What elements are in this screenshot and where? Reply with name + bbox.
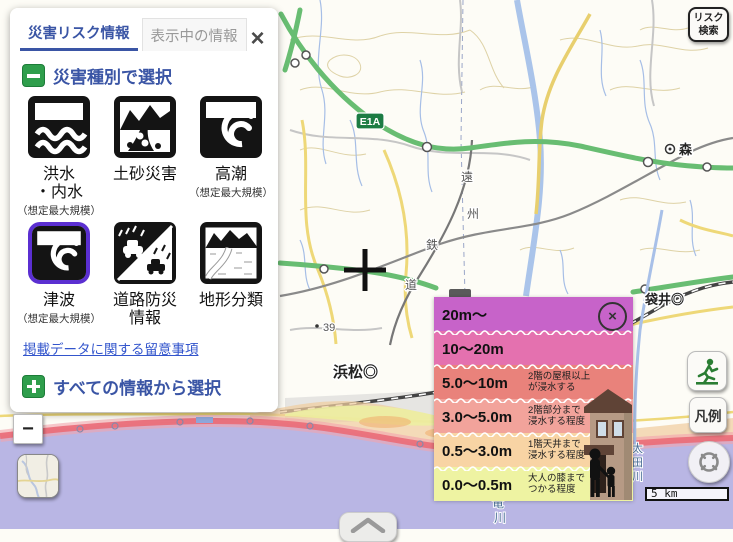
type-road-info-label: 道路防災情報	[102, 292, 188, 328]
zoom-out-button[interactable]: −	[13, 414, 43, 444]
type-flood[interactable]: 洪水・内水 （想定最大規模）	[16, 96, 102, 218]
collapse-chevron-button[interactable]	[339, 512, 397, 542]
legend-row-3-5m: 3.0～5.0m 2階部分まで浸水する程度	[434, 399, 633, 433]
evacuation-run-button[interactable]	[687, 351, 727, 391]
minimap-button[interactable]	[17, 454, 59, 498]
type-tsunami[interactable]: 津波 （想定最大規模）	[16, 222, 102, 328]
svg-text:鉄: 鉄	[426, 237, 438, 252]
landslide-icon	[114, 96, 176, 158]
disaster-info-panel: 災害リスク情報 表示中の情報 × 災害種別で選択 洪水・内水 （想定最大規模）	[10, 8, 278, 412]
chevron-up-icon	[348, 517, 388, 533]
collapse-minus-icon[interactable]	[22, 64, 45, 87]
section-disaster-type: 災害種別で選択	[22, 63, 278, 88]
svg-text:袋井◎: 袋井◎	[644, 292, 684, 307]
legend-close-icon[interactable]: ×	[598, 302, 627, 331]
type-tsunami-note: （想定最大規模）	[16, 311, 102, 326]
panel-tabs: 災害リスク情報 表示中の情報 ×	[10, 16, 278, 51]
section-all-info: すべての情報から選択	[22, 374, 278, 399]
legend-range: 10～20m	[442, 338, 528, 359]
svg-text:森: 森	[679, 142, 693, 157]
svg-text:E1A: E1A	[360, 116, 381, 128]
inundation-orange-1	[359, 416, 411, 428]
port	[196, 417, 213, 423]
legend-desc: 2階の屋根以上が浸水する	[528, 371, 590, 394]
section-all-info-title: すべての情報から選択	[53, 374, 221, 399]
tab-disaster-risk-info[interactable]: 災害リスク情報	[20, 16, 138, 51]
risk-search-button[interactable]: リスク検索	[688, 7, 729, 42]
svg-text:道: 道	[405, 278, 417, 292]
type-landslide[interactable]: 土砂災害	[102, 96, 188, 218]
locate-button[interactable]	[688, 441, 730, 483]
legend-range: 3.0～5.0m	[442, 406, 528, 427]
svg-text:川: 川	[494, 511, 506, 525]
flood-icon	[28, 96, 90, 158]
type-tsunami-label: 津波	[16, 292, 102, 310]
type-storm-surge-note: （想定最大規模）	[188, 185, 274, 200]
scale-bar: 5 km	[645, 487, 729, 501]
panel-close-icon[interactable]: ×	[247, 27, 269, 51]
tsunami-icon	[28, 222, 90, 284]
disaster-type-grid: 洪水・内水 （想定最大規模） 土砂災害 高潮 （想定最大規模）	[10, 96, 278, 328]
road-disaster-icon	[114, 222, 176, 284]
minimap-thumbnail	[18, 455, 59, 498]
legend-desc: 1階天井まで浸水する程度	[528, 439, 585, 462]
compass-target-icon	[694, 447, 724, 477]
legend-range: 5.0～10m	[442, 372, 528, 393]
running-person-icon	[693, 357, 721, 385]
type-road-info[interactable]: 道路防災情報	[102, 222, 188, 328]
legend-button[interactable]: 凡例	[689, 397, 727, 433]
expand-plus-icon[interactable]	[22, 375, 45, 398]
svg-text:39: 39	[323, 322, 335, 334]
legend-range: 20m～	[442, 304, 528, 325]
legend-row-5-10m: 5.0～10m 2階の屋根以上が浸水する	[434, 365, 633, 399]
svg-text:太: 太	[632, 442, 643, 455]
svg-text:州: 州	[467, 207, 479, 221]
legend-range: 0.5～3.0m	[442, 440, 528, 461]
svg-text:川: 川	[632, 471, 643, 483]
highway-badge-e1a: E1A	[356, 113, 384, 129]
type-terrain-label: 地形分類	[188, 292, 274, 310]
tsunami-depth-legend: 20m～ × 10～20m 5.0～10m 2階の屋根以上が浸水する 3.0～5…	[434, 297, 633, 500]
svg-text:浜松◎: 浜松◎	[333, 363, 378, 381]
section-disaster-type-title: 災害種別で選択	[53, 63, 172, 88]
legend-row-05-3m: 0.5～3.0m 1階天井まで浸水する程度	[434, 433, 633, 467]
type-storm-surge[interactable]: 高潮 （想定最大規模）	[188, 96, 274, 218]
legend-desc: 大人の膝までつかる程度	[528, 473, 585, 496]
legend-range: 0.0～0.5m	[442, 474, 528, 495]
svg-text:田: 田	[632, 457, 643, 469]
legend-row-20m: 20m～ ×	[434, 297, 633, 331]
tab-displayed-info[interactable]: 表示中の情報	[142, 18, 247, 51]
type-storm-surge-label: 高潮	[188, 166, 274, 184]
legend-row-0-05m: 0.0～0.5m 大人の膝までつかる程度	[434, 467, 633, 501]
storm-surge-icon	[200, 96, 262, 158]
type-flood-label: 洪水・内水	[16, 166, 102, 202]
legend-row-10-20m: 10～20m	[434, 331, 633, 365]
terrain-icon	[200, 222, 262, 284]
legend-desc: 2階部分まで浸水する程度	[528, 405, 585, 428]
type-terrain[interactable]: 地形分類	[188, 222, 274, 328]
type-flood-note: （想定最大規模）	[16, 203, 102, 218]
svg-text:遠: 遠	[461, 170, 473, 184]
type-landslide-label: 土砂災害	[102, 166, 188, 184]
data-note-link[interactable]: 掲載データに関する留意事項	[23, 338, 278, 358]
